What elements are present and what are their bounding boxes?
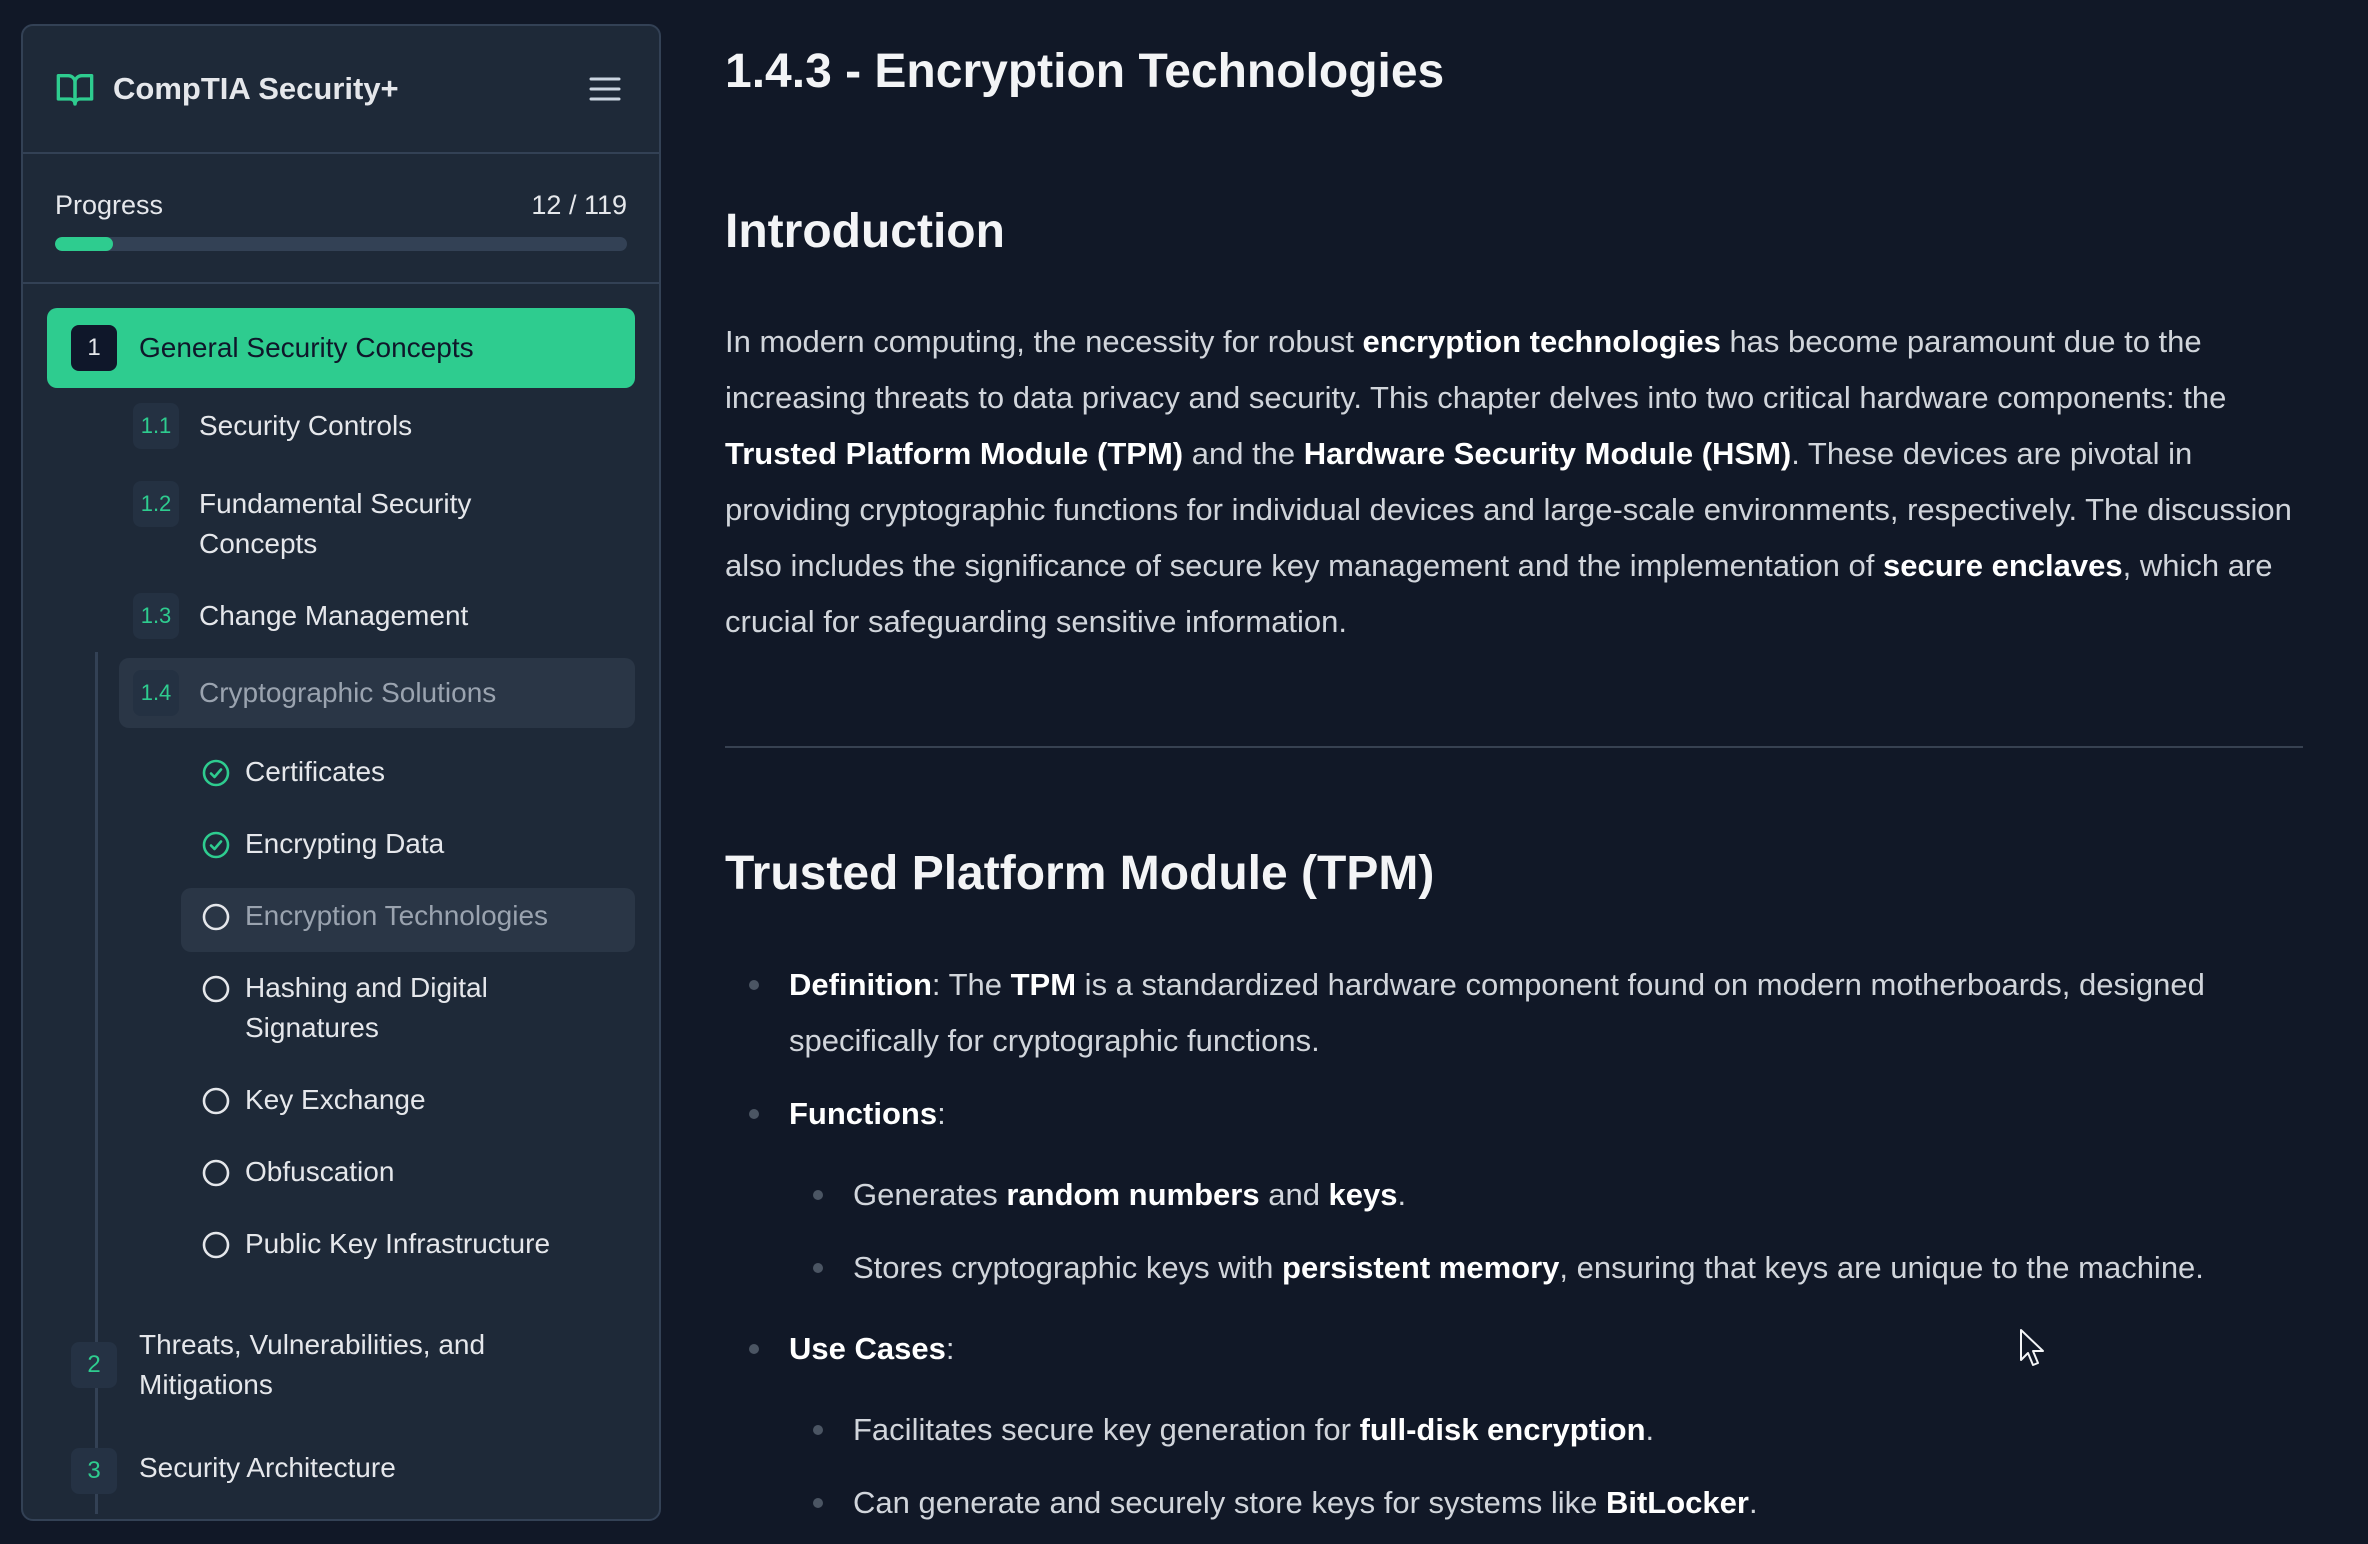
app-root: CompTIA Security+ Progress 12 / 119 1 Ge… [0,0,2368,1544]
lesson-label: Key Exchange [245,1084,426,1115]
menu-button[interactable] [583,67,627,111]
section-divider [725,746,2303,748]
progress-bar-fill [55,237,113,251]
lesson-item-hashing[interactable]: Hashing and Digital Signatures [181,968,635,1058]
mouse-pointer-icon [2020,1329,2044,1366]
tpm-heading: Trusted Platform Module (TPM) [725,847,1435,900]
bullet-dot [813,1425,823,1435]
progress-label: Progress [55,190,164,220]
course-nav: 1 General Security Concepts 1.1 Security… [23,284,659,1514]
subsection-label: Change Management [199,600,469,631]
section-label: Security Architecture [139,1452,396,1483]
lesson-label: Encrypting Data [245,828,445,859]
book-open-icon [56,74,94,106]
subsection-number-badge: 1.1 [133,403,179,449]
bullet-use-cases-item-1: Facilitates secure key generation for fu… [813,1402,2305,1458]
section-number-badge: 2 [71,1342,117,1388]
circle-icon [202,903,230,931]
bullet-functions: Functions: [749,1086,2305,1142]
subsection-item-1-2[interactable]: 1.2 Fundamental Security Concepts [119,474,635,564]
lesson-label: Obfuscation [245,1156,395,1187]
bullet-use-cases: Use Cases: [749,1321,2305,1377]
subsection-number-badge: 1.3 [133,593,179,639]
bullet-dot [813,1190,823,1200]
lesson-item-encryption-technologies[interactable]: Encryption Technologies [181,888,635,952]
section-item-1[interactable]: 1 General Security Concepts [47,308,635,388]
bold-term: Hardware Security Module (HSM) [1303,436,1792,471]
lesson-item-key-exchange[interactable]: Key Exchange [181,1080,635,1136]
circle-icon [202,975,230,1003]
progress-bar [55,237,627,251]
bullet-definition: Definition: The TPM is a standardized ha… [749,957,2305,1069]
bold-term: secure enclaves [1883,548,2123,583]
bullet-functions-item-2: Stores cryptographic keys with persisten… [813,1240,2305,1296]
progress-count: 12 / 119 [531,190,627,220]
bullet-dot [749,1109,759,1119]
progress-section: Progress 12 / 119 [23,154,659,284]
lesson-label: Public Key Infrastructure [245,1228,551,1259]
bullet-use-cases-item-2: Can generate and securely store keys for… [813,1475,2305,1531]
lesson-item-encrypting-data[interactable]: Encrypting Data [181,824,635,880]
bullet-dot [813,1498,823,1508]
section-label: Threats, Vulnerabilities, and Mitigation… [139,1329,486,1400]
lesson-content: 1.4.3 - Encryption Technologies Introduc… [725,0,2305,1544]
subsection-label: Security Controls [199,410,413,441]
bullet-dot [749,1344,759,1354]
lesson-label: Encryption Technologies [245,900,549,931]
lesson-label: Certificates [245,756,386,787]
lesson-item-obfuscation[interactable]: Obfuscation [181,1152,635,1208]
circle-icon [202,1231,230,1259]
bold-term: encryption technologies [1362,324,1721,359]
circle-icon [202,1087,230,1115]
check-circle-icon [202,831,230,859]
sidebar: CompTIA Security+ Progress 12 / 119 1 Ge… [21,24,661,1521]
page-title: 1.4.3 - Encryption Technologies [725,45,1445,98]
lesson-label: Hashing and Digital Signatures [245,972,488,1043]
bullet-dot [813,1263,823,1273]
section-number-badge: 3 [71,1448,117,1494]
bullet-dot [749,980,759,990]
bold-term: Trusted Platform Module (TPM) [725,436,1184,471]
subsection-item-1-4[interactable]: 1.4 Cryptographic Solutions [119,658,635,728]
section-number-badge: 1 [71,325,117,371]
intro-heading: Introduction [725,205,1005,258]
lesson-item-pki[interactable]: Public Key Infrastructure [181,1224,635,1280]
subsection-number-badge: 1.4 [133,670,179,716]
circle-icon [202,1159,230,1187]
subsection-number-badge: 1.2 [133,481,179,527]
check-circle-icon [202,759,230,787]
hamburger-menu-icon [589,77,621,101]
intro-paragraph: In modern computing, the necessity for r… [725,324,2292,639]
bullet-functions-item-1: Generates random numbers and keys. [813,1167,2305,1223]
section-item-3[interactable]: 3 Security Architecture [47,1428,635,1508]
sidebar-header: CompTIA Security+ [23,26,659,154]
subsection-item-1-1[interactable]: 1.1 Security Controls [119,396,635,456]
section-label: General Security Concepts [139,332,474,363]
lesson-item-certificates[interactable]: Certificates [181,752,635,808]
section-item-2[interactable]: 2 Threats, Vulnerabilities, and Mitigati… [47,1320,635,1410]
subsection-label: Fundamental Security Concepts [199,488,472,559]
course-title: CompTIA Security+ [113,71,399,106]
subsection-label: Cryptographic Solutions [199,677,497,708]
subsection-item-1-3[interactable]: 1.3 Change Management [119,586,635,646]
